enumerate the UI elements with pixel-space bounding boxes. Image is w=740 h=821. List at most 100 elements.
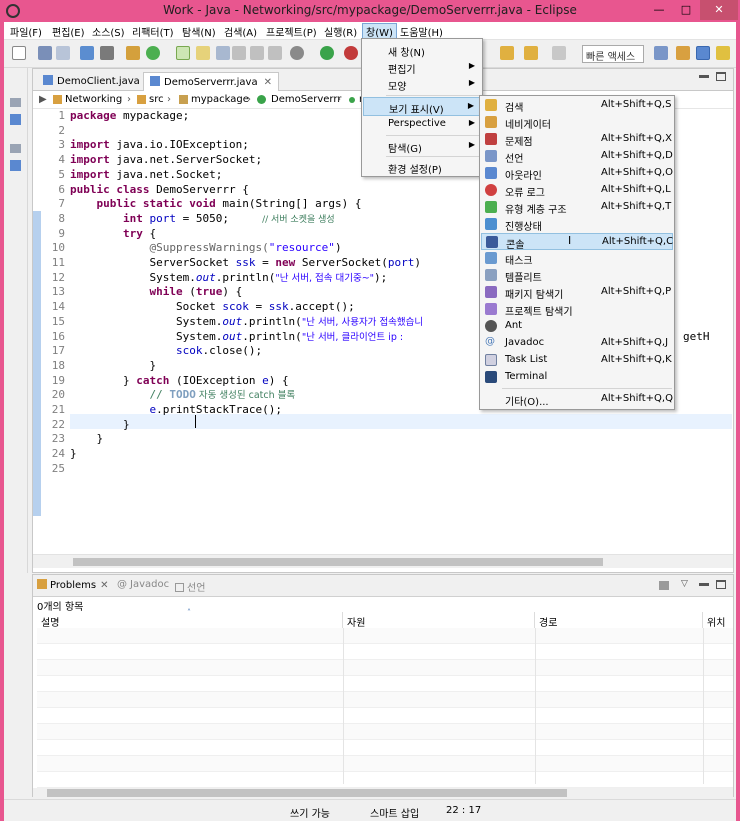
terminal-toolbar-icon[interactable] [100, 46, 114, 60]
save-icon[interactable] [38, 46, 52, 60]
submenu-item-task-list[interactable]: Task List Alt+Shift+Q,K [481, 352, 673, 369]
breadcrumb-separator-icon: › [337, 94, 341, 105]
print-icon[interactable] [80, 46, 94, 60]
minimize-panel-icon[interactable] [699, 583, 709, 586]
forward-icon[interactable] [552, 46, 566, 60]
submenu-item-ant[interactable]: Ant [481, 318, 673, 335]
menu-refactor[interactable]: 리팩터(T) [132, 24, 174, 39]
java-perspective-icon[interactable] [696, 46, 710, 60]
format-icon[interactable] [268, 46, 282, 60]
open-perspective-icon[interactable] [654, 46, 668, 60]
breadcrumb-package[interactable]: mypackage [191, 94, 249, 105]
menu-run[interactable]: 실행(R) [324, 24, 357, 39]
save-all-icon[interactable] [56, 46, 70, 60]
column-header-path[interactable]: 경로 [535, 612, 703, 629]
submenu-item-outline[interactable]: 아웃라인 Alt+Shift+Q,O [481, 165, 673, 182]
submenu-item-declaration[interactable]: 선언 Alt+Shift+Q,D [481, 148, 673, 165]
submenu-item-error-log[interactable]: 오류 로그 Alt+Shift+Q,L [481, 182, 673, 199]
outline-icon [485, 167, 497, 179]
submenu-item-project-explorer[interactable]: 프로젝트 탐색기 [481, 301, 673, 318]
menu-item-show-view[interactable]: 보기 표시(V) ▶ [363, 97, 481, 116]
editor-horizontal-scrollbar[interactable] [33, 554, 733, 568]
minimize-editor-icon[interactable] [699, 75, 709, 78]
close-button[interactable]: ✕ [700, 0, 738, 20]
submenu-item-progress[interactable]: 진행상태 [481, 216, 673, 233]
maximize-panel-icon[interactable] [716, 580, 726, 589]
run-icon[interactable] [320, 46, 334, 60]
submenu-item-type-hierarchy[interactable]: 유형 계층 구조 Alt+Shift+Q,T [481, 199, 673, 216]
outline-trim-icon[interactable] [10, 160, 21, 171]
new-icon[interactable] [12, 46, 26, 60]
last-edit-icon[interactable] [500, 46, 514, 60]
menu-search[interactable]: 검색(A) [224, 24, 257, 39]
quick-access-input[interactable]: 빠른 액세스 [582, 45, 644, 63]
code-line: e.printStackTrace(); [149, 403, 282, 416]
submenu-item-problems[interactable]: 문제점 Alt+Shift+Q,X [481, 131, 673, 148]
submenu-item-tasks[interactable]: 태스크 [481, 250, 673, 267]
debug-icon[interactable] [290, 46, 304, 60]
restore-icon[interactable] [10, 98, 21, 107]
build-icon[interactable] [126, 46, 140, 60]
submenu-item-javadoc[interactable]: @ Javadoc Alt+Shift+Q,J [481, 335, 673, 352]
tab-problems[interactable]: Problems ✕ [37, 579, 108, 591]
code-line: public class DemoServerrr { [70, 182, 249, 196]
package-explorer-trim-icon[interactable] [10, 114, 21, 125]
submenu-item-search[interactable]: 검색 Alt+Shift+Q,S [481, 97, 673, 114]
debug-perspective-icon[interactable] [716, 46, 730, 60]
code-line: while (true) { [149, 285, 243, 299]
menu-item-appearance[interactable]: 모양 ▶ [363, 75, 481, 94]
menu-navigate[interactable]: 탐색(N) [182, 24, 216, 39]
toggle-mark-icon[interactable] [176, 46, 190, 60]
submenu-item-templates[interactable]: 템플리트 [481, 267, 673, 284]
show-whitespace-icon[interactable] [232, 46, 246, 60]
code-line: // TODO 자동 생성된 catch 블록 [149, 388, 296, 402]
breadcrumb-class[interactable]: DemoServerrr [271, 94, 341, 105]
line-number: 10 [51, 241, 65, 255]
submenu-item-other[interactable]: 기타(O)... Alt+Shift+Q,Q [481, 391, 673, 408]
submenu-item-console[interactable]: 콘솔 Alt+Shift+Q,C I [481, 233, 673, 251]
view-menu-icon[interactable] [659, 581, 669, 590]
menu-item-preferences[interactable]: 환경 설정(P) [363, 158, 481, 177]
code-line: try { [122, 226, 157, 240]
tab-demoserverrr[interactable]: DemoServerrr.java ✕ [143, 72, 279, 91]
submenu-item-package-explorer[interactable]: 패키지 탐색기 Alt+Shift+Q,P [481, 284, 673, 301]
column-header-resource[interactable]: 자원 [343, 612, 535, 629]
submenu-item-terminal[interactable]: Terminal [481, 369, 673, 386]
maximize-editor-icon[interactable] [716, 72, 726, 81]
back-icon[interactable] [524, 46, 538, 60]
line-number: 9 [58, 226, 65, 240]
block-select-icon[interactable] [216, 46, 230, 60]
maximize-button[interactable]: □ [673, 0, 699, 20]
chevron-down-icon[interactable]: ▽ [681, 579, 688, 589]
tab-democlient[interactable]: DemoClient.java [37, 72, 146, 91]
paragraph-icon[interactable] [250, 46, 264, 60]
column-header-location[interactable]: 위치 [703, 612, 733, 629]
refresh-icon[interactable] [146, 46, 160, 60]
panel-horizontal-scrollbar[interactable] [33, 788, 733, 798]
highlight-icon[interactable] [196, 46, 210, 60]
text-cursor-icon: I [568, 234, 572, 247]
code-line: package mypackage; [70, 109, 190, 122]
menu-file[interactable]: 파일(F) [10, 24, 42, 39]
close-tab-icon[interactable]: ✕ [264, 77, 272, 88]
menu-item-navigation[interactable]: 탐색(G) ▶ [363, 137, 481, 156]
close-tab-icon[interactable]: ✕ [100, 580, 108, 591]
tab-declaration[interactable]: 선언 [175, 579, 205, 594]
menu-item-perspective[interactable]: Perspective ▶ [363, 115, 481, 134]
scrollbar-thumb[interactable] [47, 789, 567, 797]
scrollbar-thumb[interactable] [73, 558, 603, 566]
breadcrumb-project[interactable]: Networking [65, 94, 122, 105]
menu-edit[interactable]: 편집(E) [52, 24, 85, 39]
restore-outline-icon[interactable] [10, 144, 21, 153]
tab-javadoc[interactable]: @ Javadoc [117, 579, 169, 590]
breadcrumb-src[interactable]: src [149, 94, 164, 105]
java-ee-perspective-icon[interactable] [676, 46, 690, 60]
minimize-button[interactable]: — [646, 0, 672, 20]
menu-project[interactable]: 프로젝트(P) [266, 24, 317, 39]
menu-help[interactable]: 도움말(H) [400, 24, 443, 39]
line-number: 24 [51, 447, 65, 461]
menu-source[interactable]: 소스(S) [92, 24, 125, 39]
line-number: 13 [51, 285, 65, 299]
submenu-item-navigator[interactable]: 네비게이터 [481, 114, 673, 131]
external-tools-icon[interactable] [344, 46, 358, 60]
